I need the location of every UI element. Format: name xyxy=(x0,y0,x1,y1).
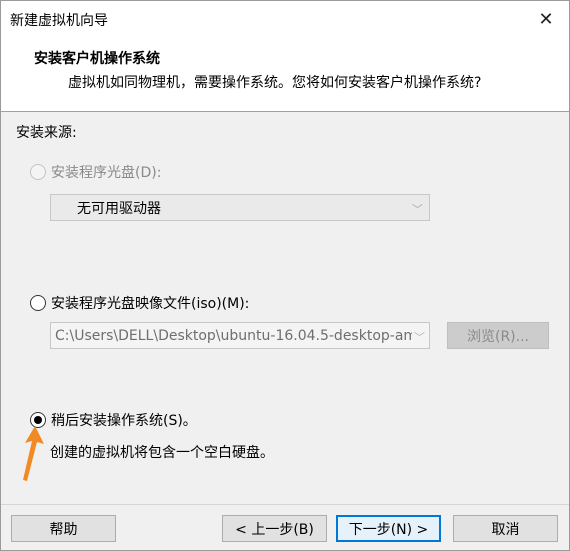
iso-radio[interactable] xyxy=(30,295,46,311)
install-later-description: 创建的虚拟机将包含一个空白硬盘。 xyxy=(50,445,274,461)
drive-select: 无可用驱动器 ﹀ xyxy=(50,194,430,221)
window-title: 新建虚拟机向导 xyxy=(10,13,108,29)
drive-select-value: 无可用驱动器 xyxy=(77,200,161,217)
title-bar: 新建虚拟机向导 ✕ xyxy=(1,1,569,37)
install-later-label: 稍后安装操作系统(S)。 xyxy=(51,413,197,429)
install-later-option[interactable]: 稍后安装操作系统(S)。 xyxy=(30,410,197,430)
help-button[interactable]: 帮助 xyxy=(11,515,116,542)
close-icon: ✕ xyxy=(538,8,554,30)
next-button[interactable]: 下一步(N) > xyxy=(336,515,441,542)
page-description: 虚拟机如同物理机，需要操作系统。您将如何安装客户机操作系统? xyxy=(68,75,482,91)
footer-divider xyxy=(1,504,569,505)
wizard-header: 安装客户机操作系统 虚拟机如同物理机，需要操作系统。您将如何安装客户机操作系统? xyxy=(1,37,569,112)
disc-radio xyxy=(30,164,46,180)
close-button[interactable]: ✕ xyxy=(523,1,569,37)
annotation-arrow-icon xyxy=(23,426,44,481)
chevron-down-icon[interactable]: ﹀ xyxy=(412,329,425,345)
iso-path-input[interactable]: C:\Users\DELL\Desktop\ubuntu-16.04.5-des… xyxy=(50,322,430,349)
iso-option[interactable]: 安装程序光盘映像文件(iso)(M): xyxy=(30,293,249,313)
disc-option: 安装程序光盘(D): xyxy=(30,162,161,182)
new-vm-wizard-window: 新建虚拟机向导 ✕ 安装客户机操作系统 虚拟机如同物理机，需要操作系统。您将如何… xyxy=(0,0,570,551)
disc-option-label: 安装程序光盘(D): xyxy=(51,165,162,181)
chevron-down-icon: ﹀ xyxy=(412,203,423,216)
browse-button[interactable]: 浏览(R)... xyxy=(447,322,549,349)
page-title: 安装客户机操作系统 xyxy=(34,51,160,67)
iso-path-value: C:\Users\DELL\Desktop\ubuntu-16.04.5-des… xyxy=(55,327,426,344)
install-source-label: 安装来源: xyxy=(16,125,77,141)
iso-option-label: 安装程序光盘映像文件(iso)(M): xyxy=(51,296,250,312)
back-button[interactable]: < 上一步(B) xyxy=(222,515,327,542)
cancel-button[interactable]: 取消 xyxy=(453,515,558,542)
